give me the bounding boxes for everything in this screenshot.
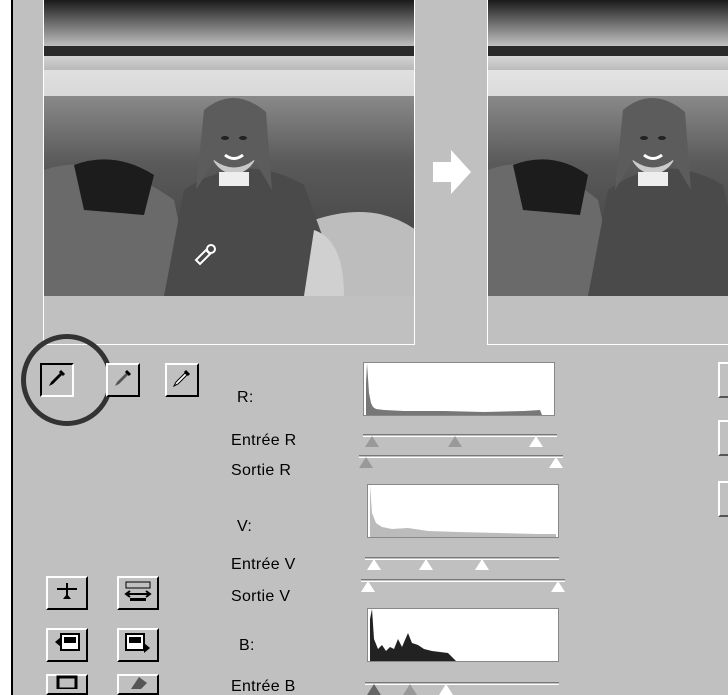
black-point-eyedropper-button[interactable] <box>40 363 74 397</box>
input-b-label: Entrée B <box>231 678 296 695</box>
auto-levels-button[interactable] <box>117 576 159 610</box>
input-b-white-handle[interactable] <box>439 684 453 695</box>
reset-curve-button[interactable] <box>46 576 88 610</box>
frame-button[interactable] <box>46 674 88 695</box>
white-point-eyedropper-button[interactable] <box>165 363 199 397</box>
channel-b-label: B: <box>239 637 255 654</box>
preview-before-image[interactable] <box>44 0 414 296</box>
side-button-1[interactable] <box>718 362 728 398</box>
reset-curve-icon <box>55 581 79 606</box>
load-settings-icon <box>53 632 81 659</box>
side-button-2[interactable] <box>718 420 728 456</box>
input-r-white-handle[interactable] <box>529 436 543 447</box>
input-v-white-handle[interactable] <box>475 559 489 570</box>
input-b-slider[interactable] <box>365 680 559 695</box>
eyedropper-white-icon <box>171 367 193 394</box>
input-v-slider[interactable] <box>365 555 559 571</box>
input-r-slider[interactable] <box>363 432 557 448</box>
preview-before-panel <box>43 0 415 345</box>
output-r-label: Sortie R <box>231 462 292 479</box>
channel-v-label: V: <box>237 518 253 535</box>
eyedropper-gray-icon <box>112 367 134 394</box>
output-v-black-handle[interactable] <box>361 581 375 592</box>
channel-r-label: R: <box>237 389 254 406</box>
eyedropper-black-icon <box>46 367 68 394</box>
output-v-label: Sortie V <box>231 588 291 605</box>
output-v-white-handle[interactable] <box>551 581 565 592</box>
output-r-slider[interactable] <box>359 453 563 469</box>
side-button-3[interactable] <box>718 481 728 517</box>
input-r-black-handle[interactable] <box>365 436 379 447</box>
frame-icon <box>56 675 78 694</box>
preview-arrow-icon <box>433 150 471 194</box>
auto-levels-icon <box>124 580 152 607</box>
input-v-label: Entrée V <box>231 556 296 573</box>
input-b-black-handle[interactable] <box>367 684 381 695</box>
input-b-gamma-handle[interactable] <box>403 684 417 695</box>
save-settings-icon <box>124 632 152 659</box>
input-v-black-handle[interactable] <box>367 559 381 570</box>
input-r-label: Entrée R <box>231 432 297 449</box>
output-v-slider[interactable] <box>361 577 565 593</box>
input-v-gamma-handle[interactable] <box>419 559 433 570</box>
preview-after-image <box>488 0 728 296</box>
curves-dialog: R: Entrée R Sortie R V: Entrée V Sortie … <box>11 0 728 695</box>
preview-after-panel <box>487 0 728 345</box>
histogram-b <box>367 608 559 662</box>
output-r-black-handle[interactable] <box>359 457 373 468</box>
output-r-white-handle[interactable] <box>549 457 563 468</box>
save-settings-button[interactable] <box>117 628 159 662</box>
histogram-r <box>363 362 555 416</box>
input-r-gamma-handle[interactable] <box>448 436 462 447</box>
load-settings-button[interactable] <box>46 628 88 662</box>
histogram-v <box>367 484 559 538</box>
gray-point-eyedropper-button[interactable] <box>106 363 140 397</box>
color-edit-button[interactable] <box>117 674 159 695</box>
color-edit-icon <box>127 675 149 694</box>
